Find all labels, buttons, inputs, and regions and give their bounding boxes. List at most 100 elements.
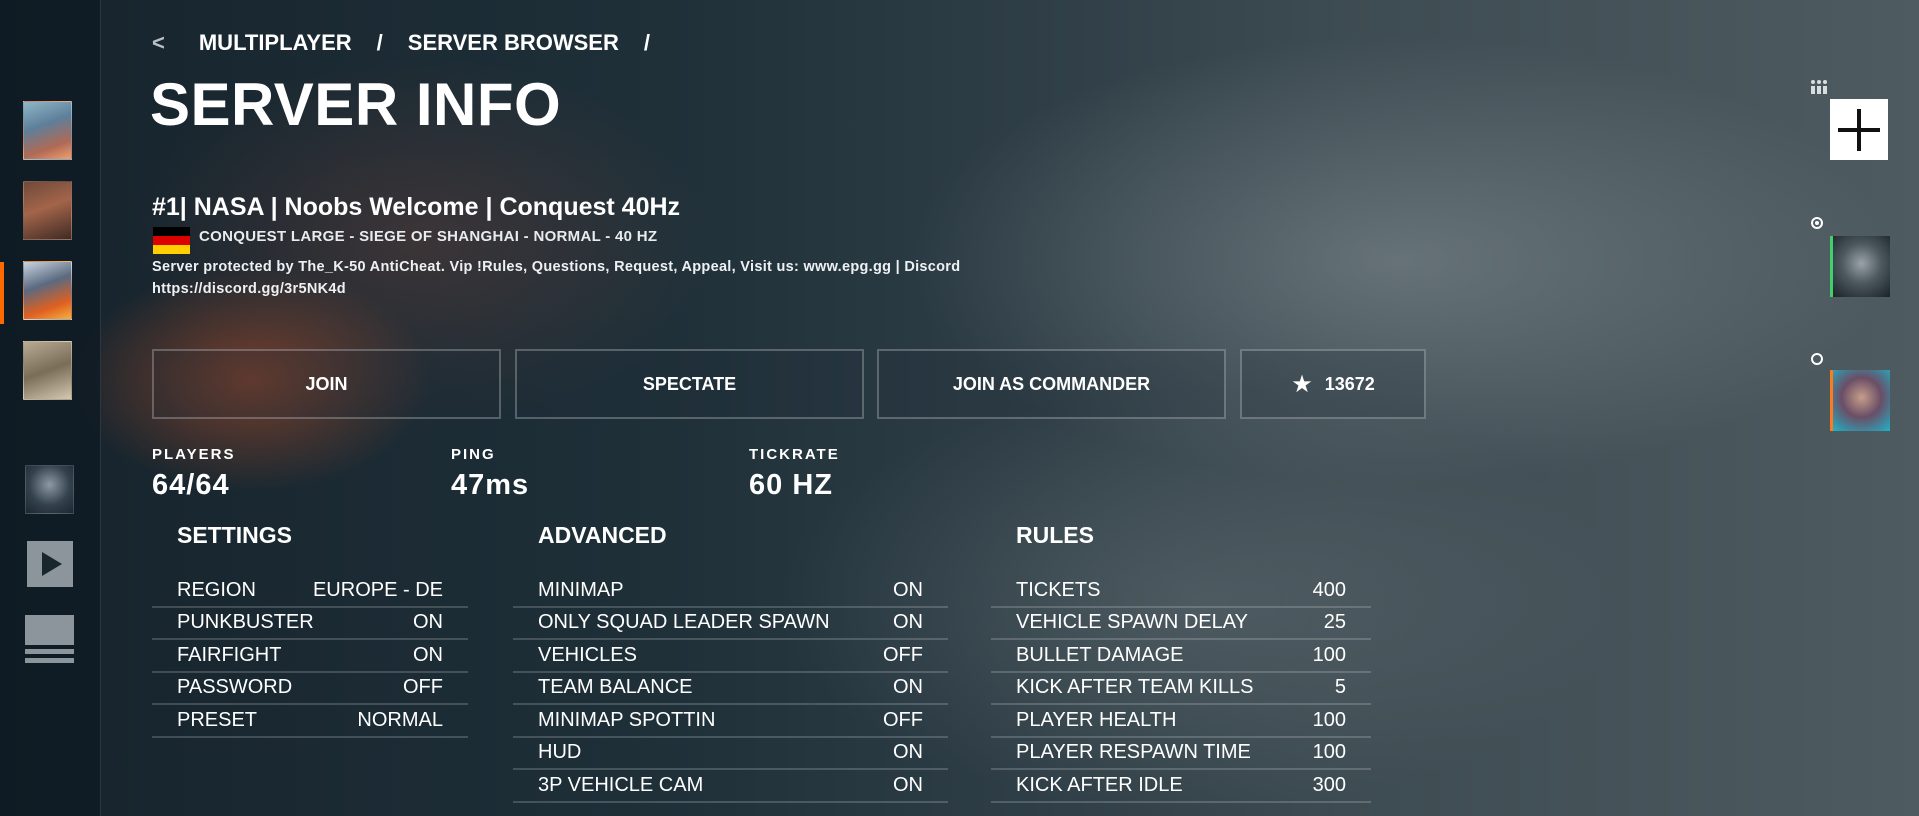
advanced-value: ON [893,741,923,764]
flag-stripe [153,236,190,245]
setting-value: ON [413,643,443,666]
page-title: SERVER INFO [150,71,562,138]
setting-key: PRESET [177,708,258,731]
server-name: #1| NASA | Noobs Welcome | Conquest 40Hz [152,193,681,221]
players-stat: PLAYERS 64/64 [152,446,235,502]
ping-value: 47ms [451,469,530,501]
rule-value: 300 [1312,773,1346,796]
table-row: PASSWORD OFF [152,673,468,705]
rule-value: 100 [1312,741,1346,764]
breadcrumb-server-browser[interactable]: SERVER BROWSER [408,30,619,56]
advanced-value: OFF [883,643,923,666]
friend-avatar-ingame[interactable] [1830,370,1890,431]
setting-key: REGION [177,578,256,601]
breadcrumb-separator: / [376,30,383,55]
rule-key: VEHICLE SPAWN DELAY [1016,611,1248,634]
game-thumbnail-2[interactable] [23,181,72,240]
friend-avatar-online[interactable] [1830,236,1890,297]
breadcrumb: < MULTIPLAYER / SERVER BROWSER / [152,30,675,56]
players-value: 64/64 [152,469,230,501]
breadcrumb-multiplayer[interactable]: MULTIPLAYER [199,30,352,56]
advanced-value: ON [893,611,923,634]
rule-value: 100 [1312,643,1346,666]
table-row: KICK AFTER IDLE 300 [991,770,1371,803]
setting-key: PASSWORD [177,676,293,699]
setting-value: ON [413,611,443,634]
server-description: Server protected by The_K-50 AntiCheat. … [152,259,961,297]
table-row: ONLY SQUAD LEADER SPAWN ON [513,608,948,640]
active-game-indicator [0,262,4,324]
rule-key: TICKETS [1016,578,1101,601]
table-row: PLAYER HEALTH 100 [991,705,1371,738]
table-row: PRESET NORMAL [152,705,468,738]
advanced-key: TEAM BALANCE [538,676,693,699]
tickrate-label: TICKRATE [749,446,840,463]
offline-status-icon [1811,353,1823,365]
table-row: MINIMAP ON [513,575,948,608]
flag-stripe [153,245,190,254]
germany-flag-icon [153,227,190,254]
advanced-value: OFF [883,708,923,731]
table-row: BULLET DAMAGE 100 [991,640,1371,673]
table-row: VEHICLES OFF [513,640,948,673]
flag-stripe [153,227,190,236]
setting-key: FAIRFIGHT [177,643,282,666]
add-friend-button[interactable] [1830,99,1888,160]
setting-value: OFF [403,676,443,699]
advanced-key: VEHICLES [538,643,637,666]
profile-avatar[interactable] [25,465,74,514]
table-row: VEHICLE SPAWN DELAY 25 [991,608,1371,640]
rule-key: KICK AFTER TEAM KILLS [1016,676,1254,699]
play-icon[interactable] [27,541,73,587]
favorite-count: 13672 [1324,373,1375,394]
online-status-icon [1811,217,1823,229]
advanced-value: ON [893,578,923,601]
menu-icon[interactable] [25,615,74,667]
table-row: MINIMAP SPOTTIN OFF [513,705,948,738]
setting-value: NORMAL [357,708,443,731]
table-row: TICKETS 400 [991,575,1371,608]
star-icon: ★ [1291,370,1313,398]
rule-value: 25 [1323,611,1346,634]
table-row: PLAYER RESPAWN TIME 100 [991,738,1371,770]
join-button[interactable]: JOIN [152,349,501,419]
server-mode-line: CONQUEST LARGE - SIEGE OF SHANGHAI - NOR… [199,228,658,245]
players-label: PLAYERS [152,446,236,463]
advanced-key: ONLY SQUAD LEADER SPAWN [538,611,830,634]
advanced-value: ON [893,773,923,796]
left-rail [0,0,101,816]
rules-title: RULES [1016,522,1094,548]
table-row: REGION EUROPE - DE [152,575,468,608]
settings-title: SETTINGS [177,522,293,548]
game-thumbnail-4[interactable] [23,341,72,400]
table-row: HUD ON [513,738,948,770]
join-as-commander-button[interactable]: JOIN AS COMMANDER [877,349,1226,419]
rules-table: TICKETS 400 VEHICLE SPAWN DELAY 25 BULLET … [991,575,1371,803]
advanced-key: MINIMAP [538,578,624,601]
game-thumbnail-1[interactable] [23,101,72,160]
rule-key: PLAYER RESPAWN TIME [1016,741,1251,764]
squad-icon [1811,80,1827,94]
table-row: PUNKBUSTER ON [152,608,468,640]
settings-table: REGION EUROPE - DE PUNKBUSTER ON FAIRFIGHT… [152,575,468,738]
advanced-value: ON [893,676,923,699]
advanced-title: ADVANCED [538,522,667,548]
advanced-key: HUD [538,741,582,764]
favorite-button[interactable]: ★ 13672 [1240,349,1426,419]
setting-value: EUROPE - DE [312,578,443,601]
rule-key: BULLET DAMAGE [1016,643,1184,666]
back-icon[interactable]: < [152,30,165,56]
advanced-key: MINIMAP SPOTTIN [538,708,716,731]
breadcrumb-separator: / [643,30,650,55]
table-row: KICK AFTER TEAM KILLS 5 [991,673,1371,705]
spectate-button[interactable]: SPECTATE [515,349,864,419]
table-row: FAIRFIGHT ON [152,640,468,673]
ping-stat: PING 47ms [451,446,529,502]
rule-key: PLAYER HEALTH [1016,708,1177,731]
rule-value: 100 [1312,708,1346,731]
game-thumbnail-3-active[interactable] [23,261,72,320]
rule-key: KICK AFTER IDLE [1016,773,1183,796]
setting-key: PUNKBUSTER [177,611,314,634]
table-row: 3P VEHICLE CAM ON [513,770,948,803]
rule-value: 400 [1312,578,1346,601]
